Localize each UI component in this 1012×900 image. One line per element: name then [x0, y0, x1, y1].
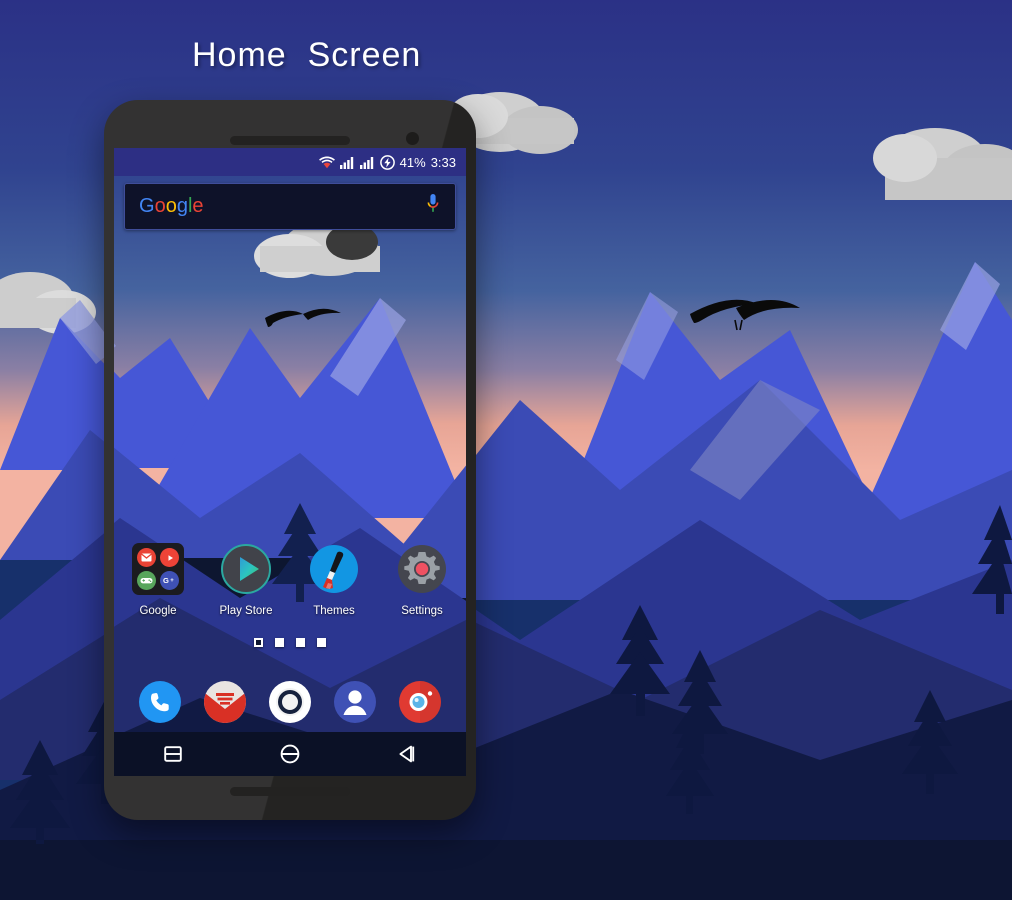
app-icon-grid: G + Google Play Store Themes Settings	[114, 543, 466, 617]
recents-button[interactable]	[149, 737, 197, 771]
phone-screen: 41% 3:33 Google G + Google Play Store Th…	[114, 148, 466, 776]
play-games-icon	[137, 571, 156, 590]
back-button[interactable]	[383, 737, 431, 771]
gmail-icon[interactable]	[202, 679, 248, 725]
app-label: Google	[139, 605, 177, 617]
home-circle-icon[interactable]	[279, 743, 301, 765]
page-dot[interactable]	[317, 638, 326, 647]
dock-item-camera[interactable]	[397, 679, 443, 725]
dock-bar	[114, 668, 466, 736]
google-logo: Google	[139, 195, 204, 217]
dock-item-phone[interactable]	[137, 679, 183, 725]
app-item-play-store[interactable]: Play Store	[202, 543, 290, 617]
app-item-themes[interactable]: Themes	[290, 543, 378, 617]
phone-dialer-icon[interactable]	[137, 679, 183, 725]
navigation-bar	[114, 732, 466, 776]
bottom-speaker	[230, 787, 350, 796]
settings-gear-icon[interactable]	[396, 543, 448, 595]
gmail-icon	[137, 548, 156, 567]
earpiece-speaker	[230, 136, 350, 145]
page-dot[interactable]	[275, 638, 284, 647]
dock-item-email[interactable]	[202, 679, 248, 725]
battery-charging-icon	[379, 154, 395, 170]
phone-device-mockup: 41% 3:33 Google G + Google Play Store Th…	[104, 100, 476, 820]
home-button[interactable]	[266, 737, 314, 771]
signal-bars-icon	[359, 156, 375, 169]
camera-icon[interactable]	[397, 679, 443, 725]
front-camera-icon	[406, 132, 419, 145]
google-folder-icon[interactable]: G +	[132, 543, 184, 595]
page-title: Home Screen	[192, 36, 422, 74]
microphone-icon[interactable]	[425, 193, 441, 220]
signal-bars-icon	[339, 156, 355, 169]
dock-item-contacts[interactable]	[332, 679, 378, 725]
app-item-settings[interactable]: Settings	[378, 543, 466, 617]
app-drawer-icon[interactable]	[267, 679, 313, 725]
google-search-bar[interactable]: Google	[124, 183, 456, 230]
app-label: Settings	[401, 605, 443, 617]
page-indicator	[114, 638, 466, 647]
battery-percent-label: 41%	[399, 154, 426, 170]
app-item-google[interactable]: G + Google	[114, 543, 202, 617]
google-plus-icon: G +	[160, 571, 179, 590]
back-triangle-icon[interactable]	[396, 743, 418, 765]
svg-text:+: +	[170, 578, 174, 584]
svg-text:G: G	[163, 576, 169, 585]
app-label: Play Store	[219, 605, 273, 617]
status-bar: 41% 3:33	[114, 148, 466, 176]
app-label: Themes	[313, 605, 355, 617]
contacts-icon[interactable]	[332, 679, 378, 725]
themes-paintbrush-icon[interactable]	[308, 543, 360, 595]
page-dot-active[interactable]	[254, 638, 263, 647]
wifi-icon	[318, 155, 335, 169]
foreground-base	[0, 840, 1012, 900]
status-bar-clock: 3:33	[430, 154, 456, 170]
recents-square-icon[interactable]	[163, 744, 183, 764]
page-dot[interactable]	[296, 638, 305, 647]
play-store-icon[interactable]	[220, 543, 272, 595]
play-music-icon	[160, 548, 179, 567]
dock-item-app-drawer[interactable]	[267, 679, 313, 725]
